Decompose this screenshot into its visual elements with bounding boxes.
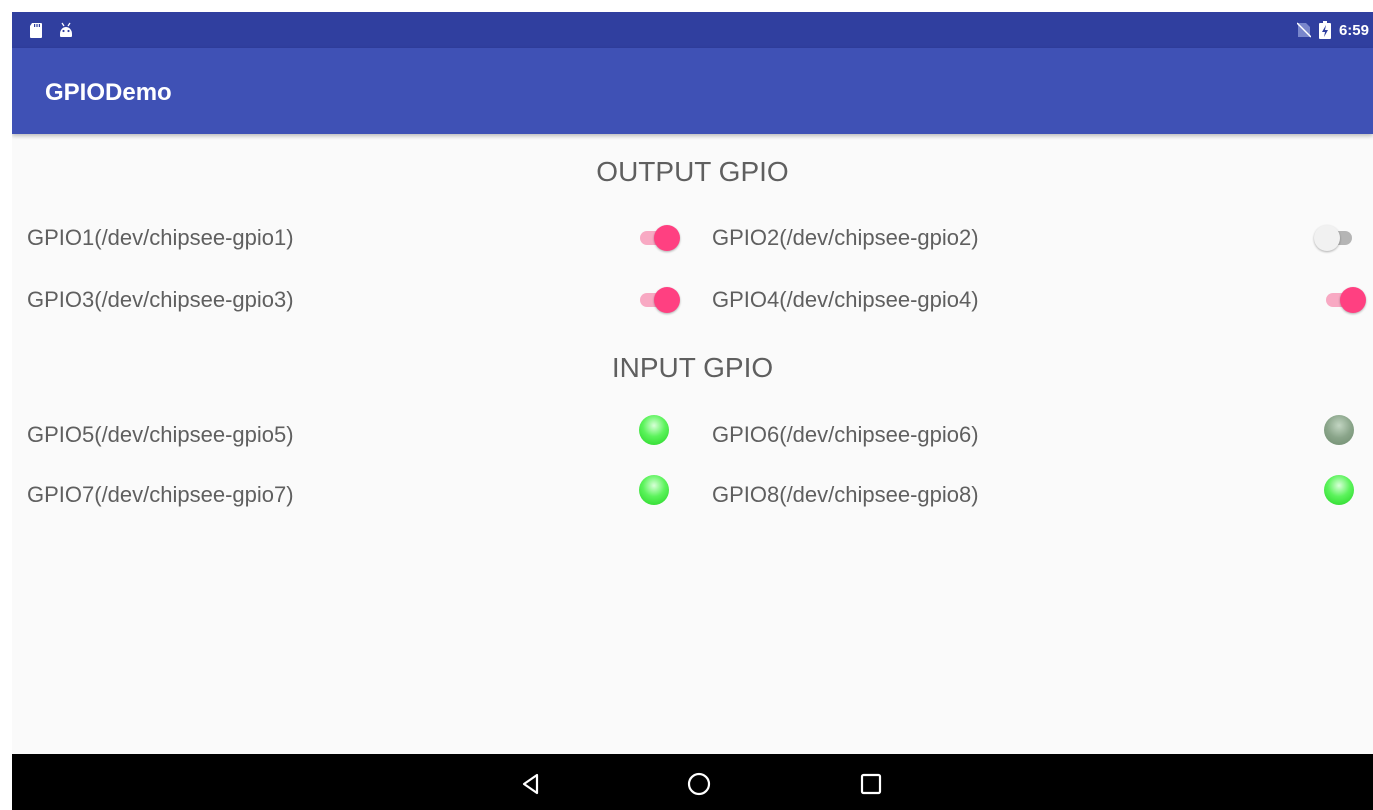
gpio5-led-indicator — [639, 415, 669, 445]
gpio2-switch[interactable] — [1314, 223, 1358, 253]
app-bar: GPIODemo — [12, 48, 1373, 134]
gpio3-label: GPIO3(/dev/chipsee-gpio3) — [27, 287, 294, 312]
input-gpio-title: INPUT GPIO — [611, 352, 774, 383]
switch-thumb — [654, 225, 680, 251]
gpio1-label: GPIO1(/dev/chipsee-gpio1) — [27, 225, 294, 250]
app-title: GPIODemo — [45, 79, 172, 106]
navigation-bar — [12, 754, 1373, 810]
status-icons: 6:59 — [1296, 12, 1369, 48]
home-icon[interactable] — [685, 770, 713, 798]
battery-charging-icon — [1318, 21, 1331, 39]
gpio3-switch[interactable] — [638, 285, 682, 315]
status-time: 6:59 — [1338, 21, 1369, 39]
gpio4-label: GPIO4(/dev/chipsee-gpio4) — [712, 287, 979, 312]
output-gpio-title: OUTPUT GPIO — [596, 156, 789, 187]
back-icon[interactable] — [517, 770, 545, 798]
gpio6-led-indicator — [1324, 415, 1354, 445]
no-sim-icon — [1296, 22, 1311, 38]
gpio7-led-indicator — [639, 475, 669, 505]
switch-thumb — [1314, 225, 1340, 251]
gpio7-label: GPIO7(/dev/chipsee-gpio7) — [27, 482, 294, 507]
gpio5-label: GPIO5(/dev/chipsee-gpio5) — [27, 422, 294, 447]
app-window: 6:59 GPIODemo OUTPUT GPIO GPIO1(/dev/chi… — [12, 12, 1373, 810]
switch-thumb — [1340, 287, 1366, 313]
recents-icon[interactable] — [857, 770, 885, 798]
status-bar: 6:59 — [12, 12, 1373, 48]
gpio1-switch[interactable] — [638, 223, 682, 253]
gpio8-label: GPIO8(/dev/chipsee-gpio8) — [712, 482, 979, 507]
android-icon — [60, 22, 72, 37]
gpio6-label: GPIO6(/dev/chipsee-gpio6) — [712, 422, 979, 447]
sd-card-icon — [30, 23, 42, 38]
gpio2-label: GPIO2(/dev/chipsee-gpio2) — [712, 225, 979, 250]
gpio8-led-indicator — [1324, 475, 1354, 505]
switch-thumb — [654, 287, 680, 313]
gpio4-switch[interactable] — [1324, 285, 1368, 315]
